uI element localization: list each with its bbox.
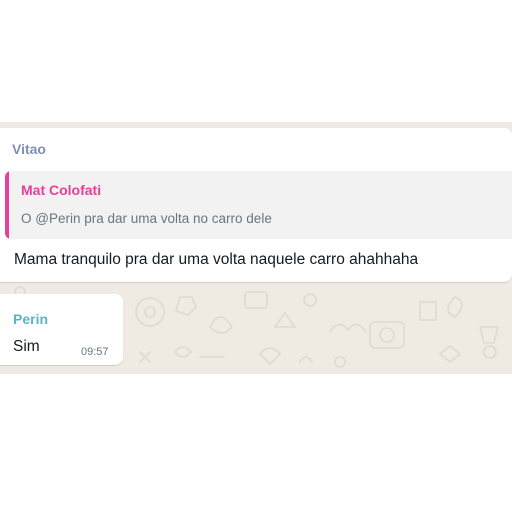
sender-name[interactable]: Perin bbox=[13, 311, 48, 327]
message-text: Sim bbox=[13, 338, 40, 355]
message-bubble[interactable]: Perin Sim 09:57 bbox=[0, 294, 123, 365]
chat-area: Vitao Mat Colofati O @Perin pra dar uma … bbox=[0, 122, 512, 374]
quote-author: Mat Colofati bbox=[21, 182, 102, 198]
quoted-message[interactable]: Mat Colofati O @Perin pra dar uma volta … bbox=[5, 171, 512, 239]
message-bubble[interactable]: Vitao Mat Colofati O @Perin pra dar uma … bbox=[0, 128, 512, 282]
message-text: Mama tranquilo pra dar uma volta naquele… bbox=[14, 251, 419, 268]
message-time: 09:57 bbox=[81, 346, 109, 358]
quote-bar bbox=[5, 171, 9, 239]
quote-text: O @Perin pra dar uma volta no carro dele bbox=[21, 211, 272, 226]
sender-name[interactable]: Vitao bbox=[12, 141, 46, 157]
